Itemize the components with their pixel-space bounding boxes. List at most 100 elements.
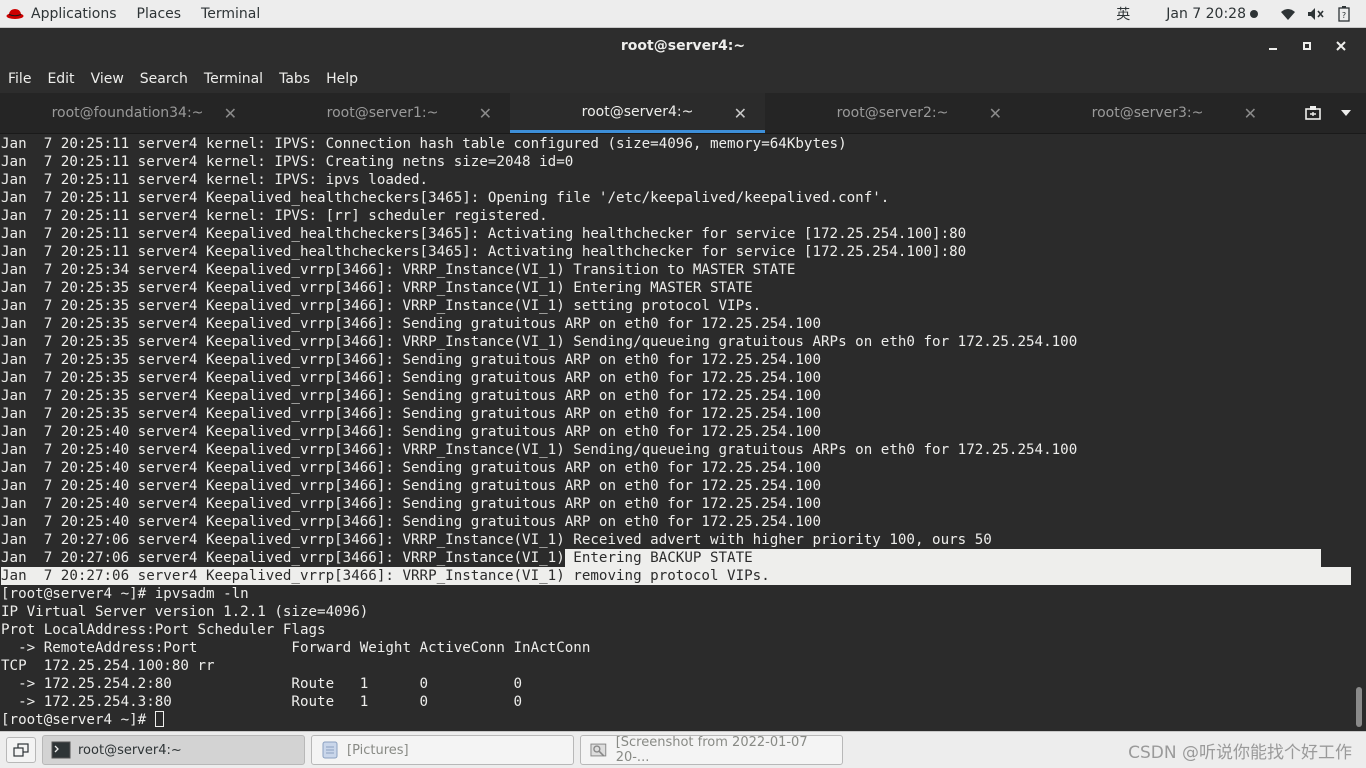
- terminal-line: TCP 172.25.254.100:80 rr: [1, 658, 215, 674]
- menu-terminal[interactable]: Terminal: [196, 71, 271, 87]
- selected-text: Entering BACKUP STATE: [564, 549, 1321, 567]
- clock-label: Jan 7 20:28: [1166, 5, 1246, 22]
- menu-tabs[interactable]: Tabs: [271, 71, 318, 87]
- terminal-line: Jan 7 20:25:35 server4 Keepalived_vrrp[3…: [1, 316, 821, 332]
- terminal-line: Jan 7 20:25:35 server4 Keepalived_vrrp[3…: [1, 334, 1078, 350]
- terminal-icon: [51, 741, 71, 759]
- scrollbar-thumb[interactable]: [1356, 687, 1362, 727]
- menu-view[interactable]: View: [83, 71, 132, 87]
- top-bar: Applications Places Terminal 英 Jan 7 20:…: [0, 0, 1366, 28]
- taskbar-item-label: [Pictures]: [347, 742, 409, 758]
- taskbar-item-terminal[interactable]: root@server4:~: [42, 735, 305, 765]
- tab-server1[interactable]: root@server1:~ ✕: [255, 93, 510, 133]
- clock[interactable]: Jan 7 20:28: [1166, 6, 1258, 22]
- svg-text:?: ?: [1342, 11, 1346, 20]
- show-desktop-icon: [13, 743, 29, 757]
- terminal-line: Jan 7 20:25:40 server4 Keepalived_vrrp[3…: [1, 514, 821, 530]
- applications-label: Applications: [31, 5, 117, 22]
- terminal-line: Jan 7 20:25:11 server4 Keepalived_health…: [1, 190, 890, 206]
- terminal-line: Jan 7 20:25:40 server4 Keepalived_vrrp[3…: [1, 478, 821, 494]
- terminal-line: Prot LocalAddress:Port Scheduler Flags: [1, 622, 326, 638]
- shell-prompt: [root@server4 ~]#: [1, 712, 155, 728]
- minimize-icon: [1269, 48, 1277, 50]
- terminal-line: Jan 7 20:25:40 server4 Keepalived_vrrp[3…: [1, 424, 821, 440]
- terminal-line: -> 172.25.254.3:80 Route 1 0 0: [1, 694, 523, 710]
- window-title: root@server4:~: [620, 38, 746, 54]
- terminal-line: [root@server4 ~]# ipvsadm -ln: [1, 586, 249, 602]
- close-icon: [1336, 41, 1346, 51]
- image-viewer-icon: [590, 743, 607, 757]
- taskbar-item-label: root@server4:~: [78, 742, 182, 758]
- close-tab-icon[interactable]: ✕: [224, 104, 237, 123]
- tab-label: root@server2:~: [836, 105, 949, 121]
- terminal-line-partially-selected: Jan 7 20:27:06 server4 Keepalived_vrrp[3…: [0, 549, 1352, 567]
- terminal-line: Jan 7 20:25:11 server4 kernel: IPVS: Con…: [1, 136, 847, 152]
- terminal-line: IP Virtual Server version 1.2.1 (size=40…: [1, 604, 369, 620]
- text-cursor: [154, 711, 164, 727]
- maximize-button[interactable]: [1290, 28, 1324, 64]
- menu-help[interactable]: Help: [318, 71, 366, 87]
- redhat-logo-icon: [6, 8, 24, 19]
- tab-label: root@server4:~: [581, 103, 694, 120]
- tab-server4[interactable]: root@server4:~ ✕: [510, 93, 765, 133]
- tab-bar: root@foundation34:~ ✕ root@server1:~ ✕ r…: [0, 93, 1366, 134]
- taskbar-item-label: [Screenshot from 2022-01-07 20-...: [615, 735, 808, 765]
- terminal-line: Jan 7 20:25:35 server4 Keepalived_vrrp[3…: [1, 406, 821, 422]
- bottom-panel: root@server4:~ [Pictures] [Screenshot fr…: [0, 731, 1366, 768]
- close-tab-icon[interactable]: ✕: [734, 104, 747, 123]
- tab-menu-chevron-down-icon[interactable]: [1340, 109, 1352, 117]
- terminal-line-selected: Jan 7 20:27:06 server4 Keepalived_vrrp[3…: [0, 567, 1352, 585]
- wifi-icon[interactable]: [1278, 5, 1298, 23]
- window-titlebar[interactable]: root@server4:~: [0, 28, 1366, 64]
- tab-foundation34[interactable]: root@foundation34:~ ✕: [0, 93, 255, 133]
- terminal-line: -> 172.25.254.2:80 Route 1 0 0: [1, 676, 523, 692]
- terminal-line: Jan 7 20:27:06 server4 Keepalived_vrrp[3…: [1, 532, 992, 548]
- new-tab-icon[interactable]: [1304, 105, 1322, 121]
- terminal-line: Jan 7 20:25:35 server4 Keepalived_vrrp[3…: [1, 298, 762, 314]
- terminal-scrollbar[interactable]: [1352, 135, 1366, 731]
- battery-icon[interactable]: ?: [1334, 5, 1354, 23]
- terminal-line: Jan 7 20:25:40 server4 Keepalived_vrrp[3…: [1, 442, 1078, 458]
- close-tab-icon[interactable]: ✕: [479, 104, 492, 123]
- tab-label: root@server1:~: [326, 105, 439, 121]
- close-tab-icon[interactable]: ✕: [1244, 104, 1257, 123]
- tab-server3[interactable]: root@server3:~ ✕: [1020, 93, 1275, 133]
- taskbar-item-screenshot[interactable]: [Screenshot from 2022-01-07 20-...: [580, 735, 843, 765]
- tab-server2[interactable]: root@server2:~ ✕: [765, 93, 1020, 133]
- terminal-line: Jan 7 20:25:34 server4 Keepalived_vrrp[3…: [1, 262, 796, 278]
- terminal-line: Jan 7 20:25:35 server4 Keepalived_vrrp[3…: [1, 280, 753, 296]
- minimize-button[interactable]: [1256, 28, 1290, 64]
- terminal-line: Jan 7 20:25:40 server4 Keepalived_vrrp[3…: [1, 496, 821, 512]
- show-desktop-button[interactable]: [6, 737, 36, 763]
- terminal-line: Jan 7 20:25:11 server4 kernel: IPVS: ipv…: [1, 172, 429, 188]
- tab-label: root@server3:~: [1091, 105, 1204, 121]
- applications-menu[interactable]: Applications: [0, 0, 127, 28]
- input-method-indicator[interactable]: 英: [1106, 0, 1140, 28]
- terminal-line: Jan 7 20:25:35 server4 Keepalived_vrrp[3…: [1, 352, 821, 368]
- terminal-output[interactable]: Jan 7 20:25:11 server4 kernel: IPVS: Con…: [0, 135, 1352, 731]
- taskbar-item-pictures[interactable]: [Pictures]: [311, 735, 574, 765]
- notification-dot-icon: [1250, 9, 1258, 18]
- close-button[interactable]: [1324, 28, 1358, 64]
- terminal-line: -> RemoteAddress:Port Forward Weight Act…: [1, 640, 591, 656]
- terminal-line: Jan 7 20:25:35 server4 Keepalived_vrrp[3…: [1, 388, 821, 404]
- folder-icon: [322, 741, 338, 759]
- terminal-line: Jan 7 20:25:11 server4 kernel: IPVS: Cre…: [1, 154, 574, 170]
- csdn-watermark: CSDN @听说你能找个好工作: [1128, 743, 1352, 763]
- menu-edit[interactable]: Edit: [39, 71, 82, 87]
- terminal-line: Jan 7 20:25:11 server4 Keepalived_health…: [1, 244, 967, 260]
- volume-mute-icon[interactable]: [1306, 5, 1326, 23]
- selected-text: Jan 7 20:27:06 server4 Keepalived_vrrp[3…: [1, 567, 1351, 585]
- close-tab-icon[interactable]: ✕: [989, 104, 1002, 123]
- terminal-app-menu[interactable]: Terminal: [191, 0, 270, 28]
- terminal-line: Jan 7 20:25:35 server4 Keepalived_vrrp[3…: [1, 370, 821, 386]
- terminal-line: Jan 7 20:25:11 server4 Keepalived_health…: [1, 226, 967, 242]
- tab-label: root@foundation34:~: [51, 105, 204, 121]
- terminal-line-text: Jan 7 20:27:06 server4 Keepalived_vrrp[3…: [1, 550, 565, 566]
- menu-search[interactable]: Search: [132, 71, 196, 87]
- terminal-line: Jan 7 20:25:11 server4 kernel: IPVS: [rr…: [1, 208, 548, 224]
- terminal-prompt-line[interactable]: [root@server4 ~]#: [0, 711, 1352, 729]
- menu-file[interactable]: File: [0, 71, 39, 87]
- menu-bar: File Edit View Search Terminal Tabs Help: [0, 64, 1366, 93]
- places-menu[interactable]: Places: [127, 0, 192, 28]
